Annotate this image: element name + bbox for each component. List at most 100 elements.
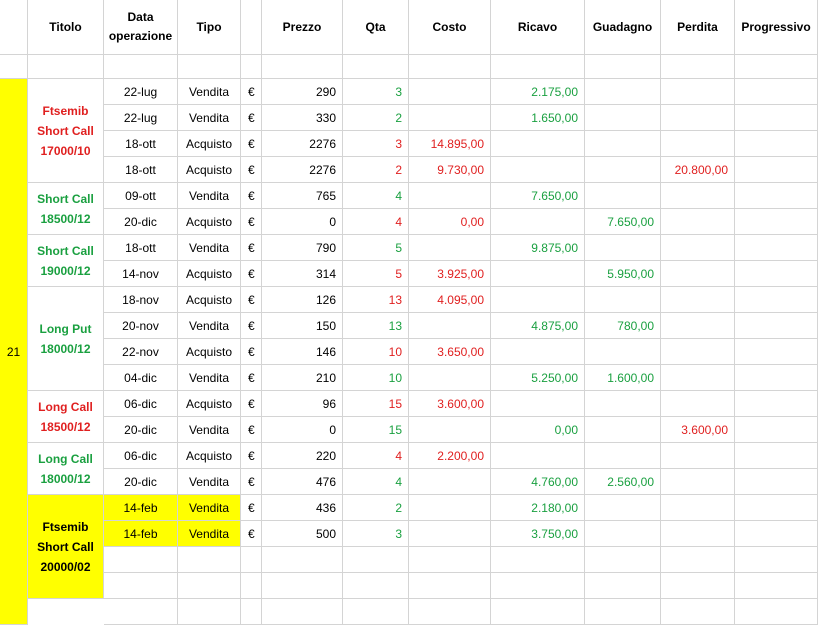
perdita-cell[interactable]	[661, 261, 735, 287]
tipo-cell[interactable]: Vendita	[178, 469, 241, 495]
guadagno-cell[interactable]	[585, 547, 661, 573]
ricavo-cell[interactable]: 2.175,00	[491, 79, 585, 105]
perdita-cell[interactable]	[661, 599, 735, 625]
data-operazione-cell[interactable]: 14-feb	[104, 495, 178, 521]
progressivo-cell[interactable]	[735, 417, 818, 443]
ricavo-cell[interactable]: 4.875,00	[491, 313, 585, 339]
costo-cell[interactable]: 9.730,00	[409, 157, 491, 183]
costo-cell[interactable]	[409, 495, 491, 521]
ricavo-cell[interactable]	[491, 573, 585, 599]
data-operazione-cell[interactable]: 22-lug	[104, 105, 178, 131]
titolo-cell[interactable]: Long Put 18000/12	[28, 287, 104, 391]
costo-cell[interactable]	[409, 183, 491, 209]
data-operazione-cell[interactable]: 09-ott	[104, 183, 178, 209]
prezzo-cell[interactable]: 790	[262, 235, 343, 261]
titolo-cell[interactable]: Long Call 18500/12	[28, 391, 104, 443]
costo-cell[interactable]	[409, 313, 491, 339]
progressivo-cell[interactable]	[735, 209, 818, 235]
prezzo-cell[interactable]	[262, 547, 343, 573]
prezzo-cell[interactable]	[262, 599, 343, 625]
tipo-cell[interactable]: Vendita	[178, 521, 241, 547]
guadagno-cell[interactable]	[585, 131, 661, 157]
spacer-cell[interactable]	[735, 55, 818, 79]
guadagno-cell[interactable]	[585, 287, 661, 313]
valuta-symbol-cell[interactable]: €	[241, 521, 262, 547]
costo-cell[interactable]: 2.200,00	[409, 443, 491, 469]
ricavo-cell[interactable]: 9.875,00	[491, 235, 585, 261]
prezzo-cell[interactable]: 126	[262, 287, 343, 313]
costo-cell[interactable]	[409, 573, 491, 599]
perdita-cell[interactable]	[661, 339, 735, 365]
qta-cell[interactable]: 10	[343, 365, 409, 391]
qta-cell[interactable]: 2	[343, 157, 409, 183]
valuta-symbol-cell[interactable]: €	[241, 365, 262, 391]
spacer-cell[interactable]	[343, 55, 409, 79]
costo-cell[interactable]	[409, 469, 491, 495]
ricavo-cell[interactable]	[491, 209, 585, 235]
data-operazione-cell[interactable]: 06-dic	[104, 443, 178, 469]
ricavo-cell[interactable]	[491, 131, 585, 157]
prezzo-cell[interactable]: 2276	[262, 131, 343, 157]
spacer-cell[interactable]	[178, 55, 241, 79]
qta-cell[interactable]	[343, 573, 409, 599]
data-operazione-cell[interactable]: 18-nov	[104, 287, 178, 313]
progressivo-cell[interactable]	[735, 235, 818, 261]
progressivo-cell[interactable]	[735, 365, 818, 391]
guadagno-cell[interactable]: 780,00	[585, 313, 661, 339]
perdita-cell[interactable]	[661, 495, 735, 521]
tipo-cell[interactable]: Acquisto	[178, 443, 241, 469]
valuta-symbol-cell[interactable]	[241, 599, 262, 625]
qta-cell[interactable]: 3	[343, 131, 409, 157]
guadagno-cell[interactable]	[585, 573, 661, 599]
qta-cell[interactable]: 5	[343, 261, 409, 287]
valuta-symbol-cell[interactable]: €	[241, 261, 262, 287]
prezzo-cell[interactable]: 314	[262, 261, 343, 287]
titolo-cell[interactable]: Short Call 18500/12	[28, 183, 104, 235]
spacer-cell[interactable]	[104, 55, 178, 79]
progressivo-cell[interactable]	[735, 287, 818, 313]
data-operazione-cell[interactable]: 18-ott	[104, 157, 178, 183]
valuta-symbol-cell[interactable]: €	[241, 495, 262, 521]
costo-cell[interactable]	[409, 599, 491, 625]
spacer-cell[interactable]	[28, 55, 104, 79]
perdita-cell[interactable]: 20.800,00	[661, 157, 735, 183]
tipo-cell[interactable]	[178, 573, 241, 599]
qta-cell[interactable]: 2	[343, 105, 409, 131]
tipo-cell[interactable]	[178, 547, 241, 573]
progressivo-cell[interactable]	[735, 547, 818, 573]
data-operazione-cell[interactable]: 20-nov	[104, 313, 178, 339]
guadagno-cell[interactable]	[585, 521, 661, 547]
costo-cell[interactable]	[409, 105, 491, 131]
ricavo-cell[interactable]	[491, 157, 585, 183]
tipo-cell[interactable]	[178, 599, 241, 625]
spacer-cell[interactable]	[0, 55, 28, 79]
prezzo-cell[interactable]: 765	[262, 183, 343, 209]
perdita-cell[interactable]	[661, 183, 735, 209]
tipo-cell[interactable]: Acquisto	[178, 131, 241, 157]
ricavo-cell[interactable]	[491, 339, 585, 365]
costo-cell[interactable]	[409, 521, 491, 547]
progressivo-cell[interactable]	[735, 157, 818, 183]
tipo-cell[interactable]: Vendita	[178, 365, 241, 391]
perdita-cell[interactable]	[661, 131, 735, 157]
qta-cell[interactable]: 5	[343, 235, 409, 261]
tipo-cell[interactable]: Vendita	[178, 313, 241, 339]
ricavo-cell[interactable]: 5.250,00	[491, 365, 585, 391]
qta-cell[interactable]: 2	[343, 495, 409, 521]
qta-cell[interactable]: 4	[343, 443, 409, 469]
progressivo-cell[interactable]	[735, 313, 818, 339]
progressivo-cell[interactable]	[735, 521, 818, 547]
tipo-cell[interactable]: Vendita	[178, 235, 241, 261]
titolo-cell[interactable]: Ftsemib Short Call 20000/02	[28, 495, 104, 599]
titolo-cell[interactable]: Short Call 19000/12	[28, 235, 104, 287]
ricavo-cell[interactable]: 0,00	[491, 417, 585, 443]
perdita-cell[interactable]	[661, 391, 735, 417]
valuta-symbol-cell[interactable]: €	[241, 235, 262, 261]
valuta-symbol-cell[interactable]: €	[241, 391, 262, 417]
perdita-cell[interactable]	[661, 443, 735, 469]
progressivo-cell[interactable]	[735, 391, 818, 417]
data-operazione-cell[interactable]: 04-dic	[104, 365, 178, 391]
perdita-cell[interactable]	[661, 365, 735, 391]
tipo-cell[interactable]: Vendita	[178, 417, 241, 443]
prezzo-cell[interactable]: 150	[262, 313, 343, 339]
